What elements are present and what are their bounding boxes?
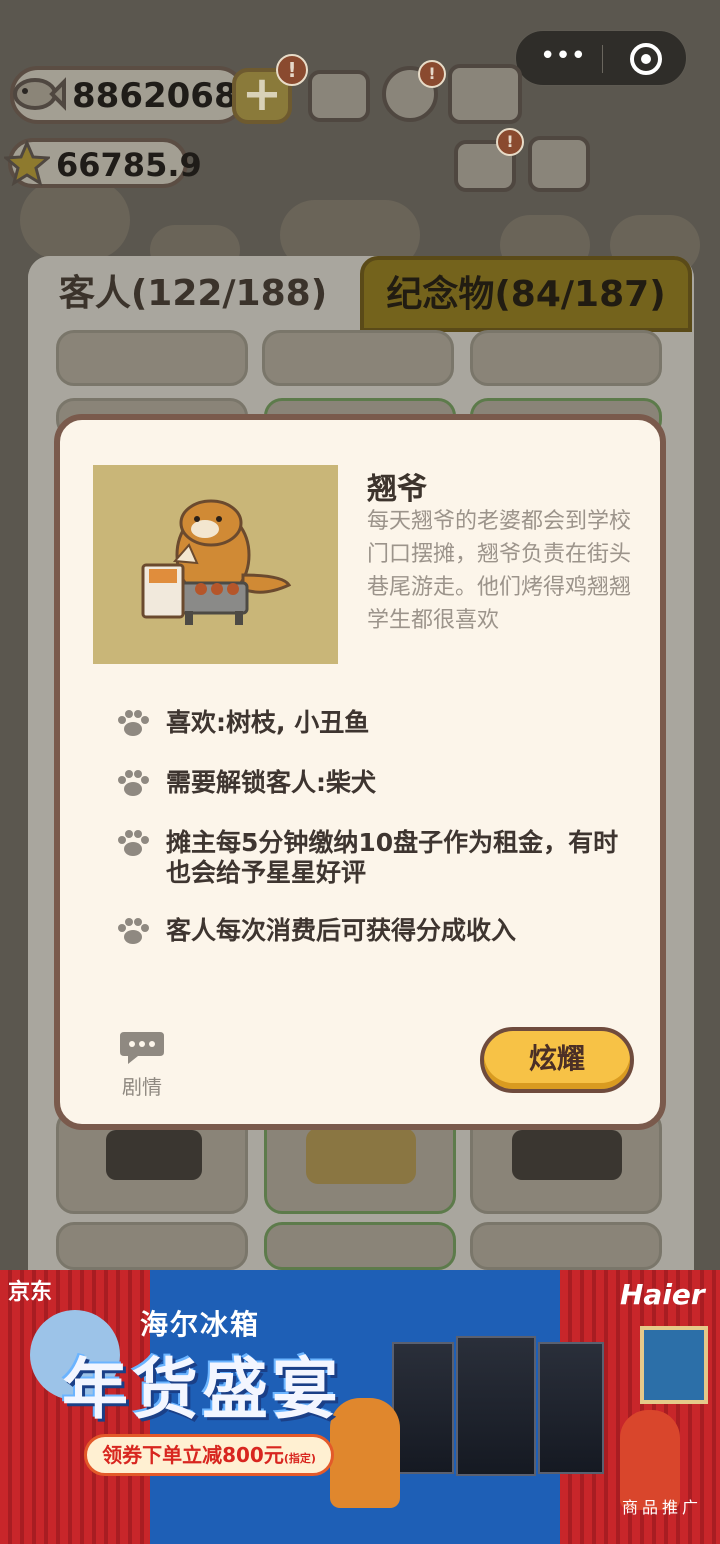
album-icon[interactable]: [448, 64, 522, 124]
ad-fridge-image: [538, 1342, 604, 1474]
otter-vendor-illustration: [141, 499, 292, 625]
fish-count: 8862068: [72, 76, 238, 116]
fish-icon: [13, 77, 66, 111]
boast-button[interactable]: 炫耀: [480, 1027, 634, 1093]
guest-card[interactable]: [264, 1222, 456, 1270]
story-button[interactable]: 剧情: [112, 1028, 172, 1099]
guest-portrait: [93, 465, 338, 664]
miniprogram-capsule: •••: [515, 30, 687, 86]
guest-card[interactable]: [56, 330, 248, 386]
ad-painting-decoration: [640, 1326, 708, 1404]
locked-guest-silhouette: [512, 1130, 622, 1180]
gamepad-icon[interactable]: [528, 136, 590, 192]
ad-coupon-button[interactable]: 领券下单立减800元(指定): [84, 1434, 334, 1476]
ad-brand-right: Haier: [620, 1278, 705, 1311]
guest-card[interactable]: [56, 1222, 248, 1270]
paw-icon: [118, 830, 149, 856]
ad-coupon-text: 领券下单立减800元: [102, 1443, 284, 1467]
ad-promo-tag: 商品推广: [622, 1498, 703, 1517]
paw-icon: [118, 710, 149, 736]
guest-name: 翘爷: [367, 472, 427, 507]
ad-coupon-note: (指定): [283, 1452, 316, 1465]
leaderboard-icon[interactable]: [308, 70, 370, 122]
ad-fridge-image: [456, 1336, 536, 1476]
ad-headline: 年货盛宴: [62, 1350, 342, 1428]
guest-card[interactable]: [470, 330, 662, 386]
ad-fridge-image: [392, 1342, 454, 1474]
news-alert-badge: !: [496, 128, 524, 156]
paw-icon: [118, 918, 149, 944]
info-text: 客人每次消费后可获得分成收入: [166, 916, 517, 945]
guest-description: 每天翘爷的老婆都会到学校门口摆摊，翘爷负责在街头巷尾游走。他们烤得鸡翘翘学生都很…: [367, 509, 632, 633]
shop-roof-decoration: [20, 180, 130, 260]
tab-souvenirs[interactable]: 纪念物(84/187): [360, 256, 692, 332]
ad-brand-left: 京东: [8, 1280, 53, 1305]
add-fish-alert-badge: !: [276, 54, 308, 86]
story-label: 剧情: [122, 1075, 162, 1099]
info-text: 需要解锁客人:柴犬: [166, 768, 376, 797]
guest-card[interactable]: [470, 1222, 662, 1270]
locked-guest-silhouette: [106, 1130, 202, 1180]
settings-alert-badge: !: [418, 60, 446, 88]
target-icon[interactable]: [630, 43, 662, 75]
paw-icon: [118, 770, 149, 796]
info-text: 喜欢:树枝, 小丑鱼: [166, 708, 370, 737]
guest-card[interactable]: [262, 330, 454, 386]
chat-bubble-icon: [120, 1032, 164, 1064]
tab-guests[interactable]: 客人(122/188): [28, 256, 358, 332]
star-icon: [4, 140, 50, 186]
guest-stall-thumbnail: [306, 1128, 416, 1184]
star-count: 66785.9: [56, 146, 202, 184]
capsule-divider: [602, 45, 603, 73]
info-text: 摊主每5分钟缴纳10盘子作为租金，有时也会给予星星好评: [166, 828, 619, 887]
more-icon[interactable]: •••: [538, 43, 588, 73]
